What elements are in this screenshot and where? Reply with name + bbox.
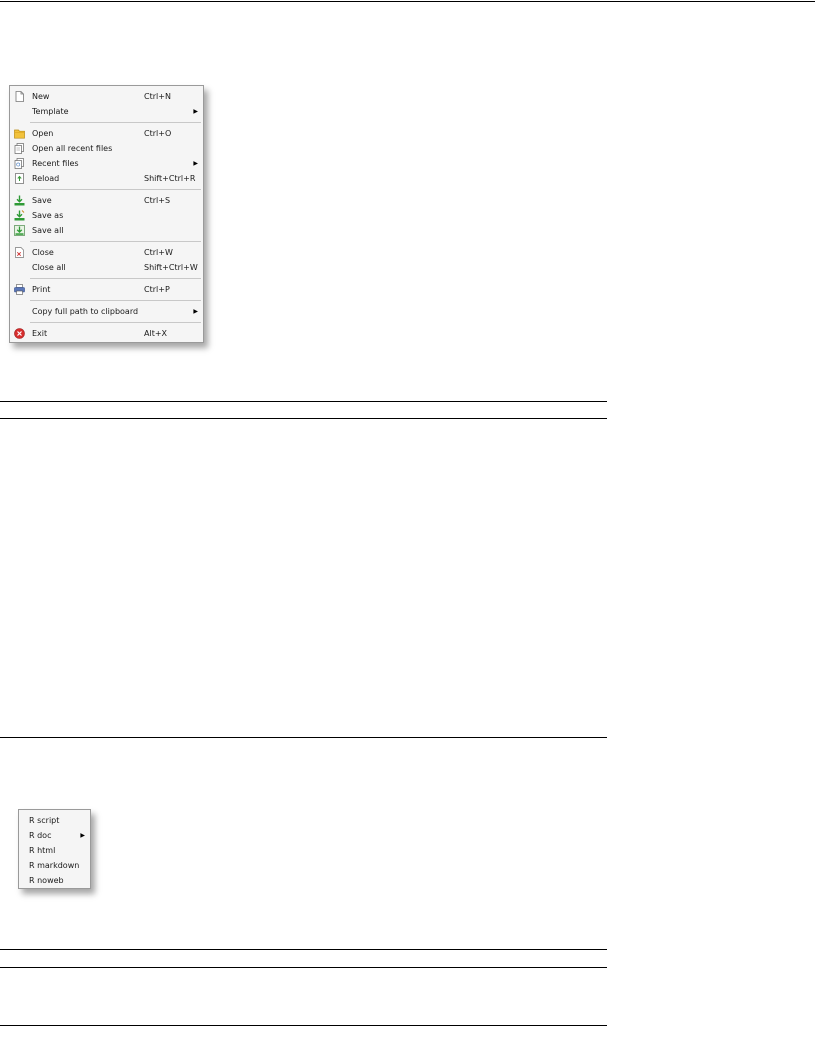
menu-item-label: R script: [29, 816, 60, 825]
save-as-icon: [14, 210, 25, 221]
menu-item-shortcut: Ctrl+N: [144, 92, 171, 101]
menu-item-r-script[interactable]: R script: [19, 813, 90, 828]
menu-item-r-html[interactable]: R html: [19, 843, 90, 858]
figure-rule-2a: [0, 737, 607, 738]
menu-item-open[interactable]: Open Ctrl+O: [10, 126, 203, 141]
menu-item-copy-full-path-to-clipboard[interactable]: Copy full path to clipboard ▶: [10, 304, 203, 319]
menu-item-label: Print: [32, 285, 51, 294]
menu-separator: [30, 189, 201, 190]
menu-item-label: Close all: [32, 263, 66, 272]
menu-separator: [30, 278, 201, 279]
menu-item-label: R html: [29, 846, 56, 855]
submenu-arrow-icon: ▶: [193, 308, 198, 315]
top-rule: [0, 1, 815, 2]
recent-files-icon: [14, 158, 25, 169]
menu-item-exit[interactable]: Exit Alt+X: [10, 326, 203, 341]
save-icon: [14, 195, 25, 206]
menu-item-label: New: [32, 92, 50, 101]
figure-rule-2b: [0, 949, 607, 950]
menu-item-label: Close: [32, 248, 54, 257]
menu-item-label: Save all: [32, 226, 64, 235]
new-file-icon: [14, 91, 25, 102]
menu-item-shortcut: Shift+Ctrl+R: [144, 174, 196, 183]
figure-rule-1b: [0, 418, 607, 419]
menu-item-label: R doc: [29, 831, 52, 840]
menu-item-shortcut: Ctrl+W: [144, 248, 173, 257]
menu-item-label: R markdown: [29, 861, 80, 870]
menu-item-r-noweb[interactable]: R noweb: [19, 873, 90, 888]
menu-item-label: Reload: [32, 174, 60, 183]
menu-item-close-all[interactable]: Close all Shift+Ctrl+W: [10, 260, 203, 275]
menu-item-label: R noweb: [29, 876, 64, 885]
open-folder-icon: [14, 128, 25, 139]
menu-item-save-as[interactable]: Save as: [10, 208, 203, 223]
menu-item-shortcut: Alt+X: [144, 329, 168, 338]
menu-item-open-all-recent-files[interactable]: Open all recent files: [10, 141, 203, 156]
figure-rule-3b: [0, 1025, 607, 1026]
menu-item-shortcut: Shift+Ctrl+W: [144, 263, 198, 272]
menu-separator: [30, 241, 201, 242]
menu-item-label: Exit: [32, 329, 48, 338]
menu-item-shortcut: Ctrl+O: [144, 129, 172, 138]
print-icon: [14, 284, 25, 295]
menu-item-label: Copy full path to clipboard: [32, 307, 139, 316]
menu-item-label: Open: [32, 129, 54, 138]
menu-item-r-markdown[interactable]: R markdown: [19, 858, 90, 873]
menu-item-r-doc[interactable]: R doc ▶: [19, 828, 90, 843]
menu-item-label: Save: [32, 196, 52, 205]
menu-item-save-all[interactable]: Save all: [10, 223, 203, 238]
menu-item-template[interactable]: Template ▶: [10, 104, 203, 119]
exit-icon: [14, 328, 25, 339]
menu-item-label: Recent files: [32, 159, 79, 168]
menu-item-new[interactable]: New Ctrl+N: [10, 89, 203, 104]
menu-item-shortcut: Ctrl+P: [144, 285, 170, 294]
open-all-icon: [14, 143, 25, 154]
menu-item-save[interactable]: Save Ctrl+S: [10, 193, 203, 208]
save-all-icon: [14, 225, 25, 236]
reload-icon: [14, 173, 25, 184]
menu-item-shortcut: Ctrl+S: [144, 196, 171, 205]
figure-rule-3a: [0, 967, 607, 968]
figure-rule-1a: [0, 401, 607, 402]
menu-item-close[interactable]: Close Ctrl+W: [10, 245, 203, 260]
menu-item-recent-files[interactable]: Recent files ▶: [10, 156, 203, 171]
menu-item-label: Template: [32, 107, 69, 116]
submenu-arrow-icon: ▶: [193, 108, 198, 115]
menu-item-label: Open all recent files: [32, 144, 113, 153]
menu-separator: [30, 300, 201, 301]
submenu-arrow-icon: ▶: [80, 832, 85, 839]
menu-separator: [30, 322, 201, 323]
template-submenu: R script R doc ▶ R html R markdown R noweb: [18, 809, 91, 889]
close-file-icon: [14, 247, 25, 258]
menu-item-print[interactable]: Print Ctrl+P: [10, 282, 203, 297]
menu-item-label: Save as: [32, 211, 64, 220]
file-menu: New Ctrl+N Template ▶ Open Ctrl+O Open all rec…: [9, 85, 204, 343]
menu-item-reload[interactable]: Reload Shift+Ctrl+R: [10, 171, 203, 186]
submenu-arrow-icon: ▶: [193, 160, 198, 167]
menu-separator: [30, 122, 201, 123]
